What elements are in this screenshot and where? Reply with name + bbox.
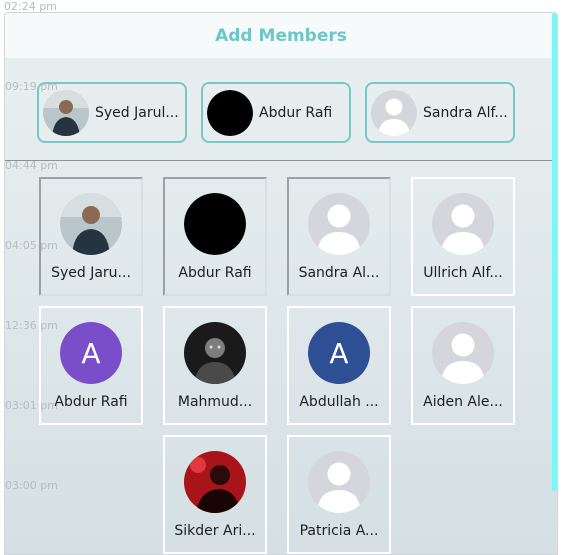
- chat-timestamp: 03:00 pm: [5, 479, 58, 492]
- selected-member-chip[interactable]: Syed Jarul...: [37, 82, 187, 143]
- avatar-initial: A: [329, 337, 348, 370]
- member-name: Abdur Rafi: [54, 394, 128, 410]
- member-card[interactable]: Syed Jaru...: [39, 177, 143, 296]
- dialog-header: Add Members: [5, 13, 557, 58]
- scrollbar[interactable]: [552, 13, 557, 491]
- member-name: Abdullah ...: [299, 394, 379, 410]
- avatar-black-icon: [184, 193, 246, 255]
- avatar-initial: A: [81, 337, 100, 370]
- default-user-icon: [371, 89, 417, 136]
- default-user-icon: [432, 193, 494, 255]
- letter-avatar-icon: A: [60, 322, 122, 384]
- member-name: Sikder Ari...: [174, 523, 256, 539]
- member-card[interactable]: Abdur Rafi: [163, 177, 267, 296]
- member-card[interactable]: Ullrich Alf...: [411, 177, 515, 296]
- member-name: Abdur Rafi: [178, 265, 252, 281]
- member-name: Syed Jaru...: [51, 265, 131, 281]
- chip-label: Abdur Rafi: [259, 104, 333, 121]
- chip-label: Syed Jarul...: [95, 104, 179, 121]
- member-name: Aiden Ale...: [423, 394, 503, 410]
- avatar-photo-man-icon: [60, 193, 122, 255]
- letter-avatar-icon: A: [308, 322, 370, 384]
- default-user-icon: [308, 451, 370, 513]
- member-name: Mahmud...: [177, 394, 253, 410]
- chip-label: Sandra Alf...: [423, 104, 508, 121]
- member-card[interactable]: Sikder Ari...: [163, 435, 267, 554]
- avatar-photo-red-icon: [184, 451, 246, 513]
- member-name: Patricia A...: [299, 523, 379, 539]
- selected-member-chip[interactable]: Sandra Alf...: [365, 82, 515, 143]
- default-user-icon: [432, 322, 494, 384]
- avatar-black-icon: [207, 89, 253, 136]
- add-members-dialog: Add Members 09:19 pm 04:44 pm 04:05 pm 1…: [4, 12, 558, 555]
- member-card[interactable]: Aiden Ale...: [411, 306, 515, 425]
- member-card[interactable]: A Abdur Rafi: [39, 306, 143, 425]
- dialog-title: Add Members: [215, 25, 347, 46]
- divider: [5, 160, 553, 161]
- default-user-icon: [308, 193, 370, 255]
- avatar-photo-mono-icon: [184, 322, 246, 384]
- member-card[interactable]: A Abdullah ...: [287, 306, 391, 425]
- member-name: Sandra Al...: [298, 265, 380, 281]
- member-name: Ullrich Alf...: [423, 265, 503, 281]
- member-card[interactable]: Patricia A...: [287, 435, 391, 554]
- member-card[interactable]: Sandra Al...: [287, 177, 391, 296]
- selected-member-chip[interactable]: Abdur Rafi: [201, 82, 351, 143]
- member-card[interactable]: Mahmud...: [163, 306, 267, 425]
- avatar-photo-man-icon: [43, 89, 89, 136]
